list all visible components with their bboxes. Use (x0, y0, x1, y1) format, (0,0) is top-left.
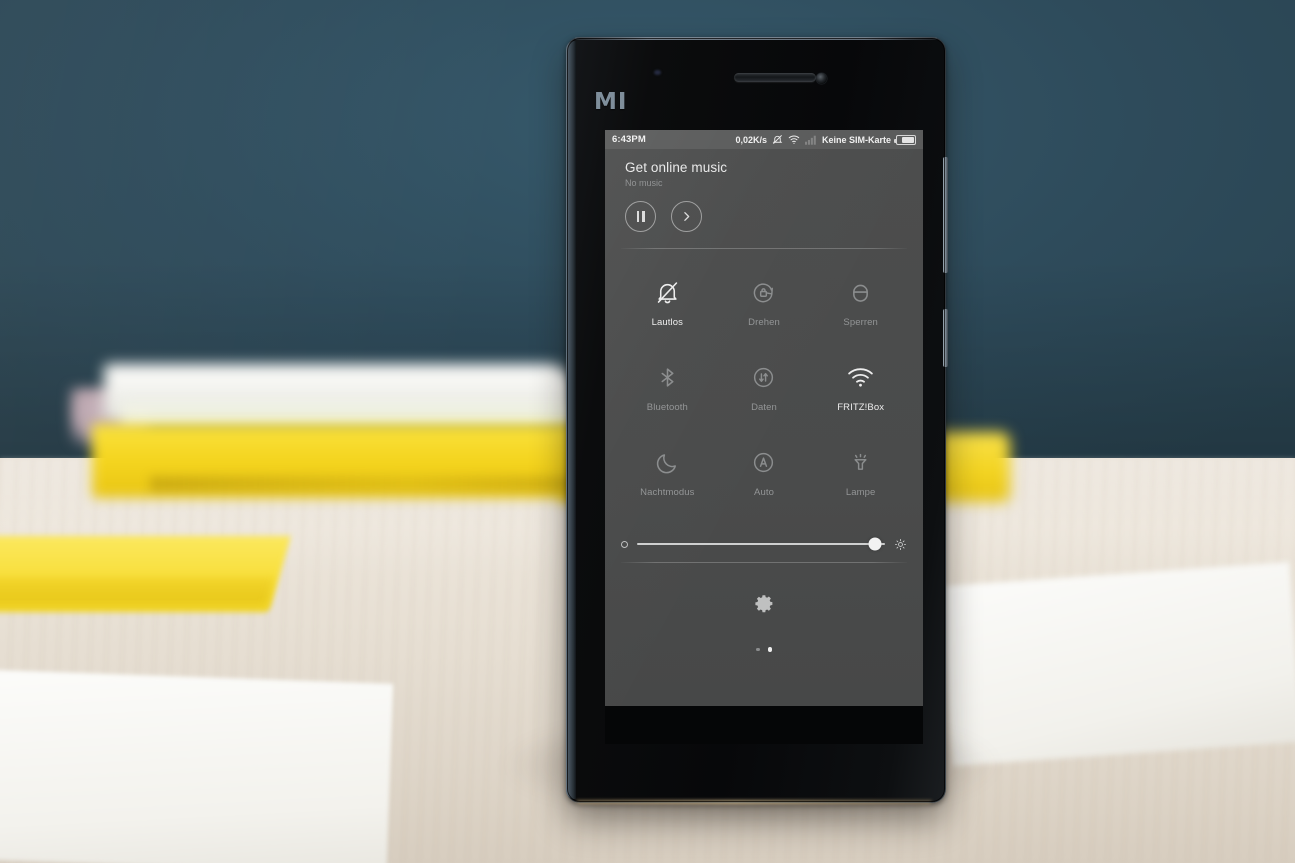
toggle-flashlight[interactable]: Lampe (812, 440, 909, 516)
page-dot-2[interactable] (767, 647, 772, 652)
flashlight-icon (848, 444, 873, 480)
proximity-sensor-icon (654, 70, 661, 75)
music-controls (625, 201, 903, 232)
toggle-label: Sperren (843, 317, 878, 328)
toggle-label: FRITZ!Box (837, 402, 885, 413)
moon-icon (655, 444, 680, 480)
status-bar: 6:43PM 0,02K/s Keine SIM-Karte (605, 130, 923, 149)
battery-icon (894, 134, 916, 145)
music-title: Get online music (625, 160, 728, 175)
smartphone-device: MI 6:43PM 0,02K/s Keine SIM-Karte Get on… (566, 37, 948, 804)
toggle-mobile-data[interactable]: Daten (716, 355, 813, 431)
screen-dark-area (605, 706, 923, 744)
do-not-disturb-icon (772, 134, 783, 145)
brightness-high-icon (894, 538, 907, 551)
toggle-label: Drehen (748, 317, 780, 328)
bluetooth-icon (655, 359, 680, 395)
network-speed-label: 0,02K/s (735, 134, 767, 145)
brightness-line (637, 543, 885, 545)
photo-scene: MI 6:43PM 0,02K/s Keine SIM-Karte Get on… (0, 0, 1295, 863)
toggle-rotate[interactable]: Drehen (716, 270, 813, 346)
front-camera-icon (816, 73, 827, 84)
toggle-label: Bluetooth (646, 402, 688, 413)
brightness-slider[interactable] (619, 516, 909, 562)
brightness-low-icon (621, 540, 628, 548)
battery-level-fill (902, 136, 914, 143)
next-button[interactable] (671, 201, 702, 232)
pause-button[interactable] (625, 201, 656, 232)
toggle-night-mode[interactable]: Nachtmodus (619, 440, 716, 516)
toggle-wifi[interactable]: FRITZ!Box (812, 355, 909, 431)
phone-left-edge (566, 41, 576, 799)
auto-brightness-icon (751, 444, 776, 480)
screen-lock-icon (848, 274, 873, 310)
toggle-lock[interactable]: Sperren (812, 270, 909, 346)
brightness-knob[interactable] (868, 537, 882, 551)
toggle-label: Daten (751, 402, 777, 413)
music-widget: Get online music No music (619, 149, 909, 232)
cellular-signal-icon (804, 135, 817, 145)
chevron-right-icon (684, 212, 690, 221)
control-center-panel: Get online music No music Lautlos Drehen… (605, 149, 923, 706)
toggle-label: Nachtmodus (640, 487, 695, 498)
paper-sheet-left (0, 668, 394, 863)
brightness-track[interactable] (637, 537, 885, 551)
power-button[interactable] (943, 309, 948, 367)
rotation-lock-icon (751, 274, 776, 310)
toggle-silent[interactable]: Lautlos (619, 270, 716, 346)
phone-top-edge (575, 37, 937, 40)
phone-bottom-edge (576, 800, 932, 804)
wifi-icon (847, 359, 874, 395)
quick-toggle-grid: Lautlos Drehen Sperren Bluetooth Daten F… (619, 249, 909, 516)
yellow-tray-edge (0, 578, 274, 604)
book-spine-text-blur (150, 476, 580, 492)
toggle-label: Lampe (845, 487, 876, 498)
toggle-bluetooth[interactable]: Bluetooth (619, 355, 716, 431)
page-indicator (756, 647, 772, 652)
pause-icon (636, 211, 645, 222)
toggle-auto-brightness[interactable]: Auto (716, 440, 813, 516)
gear-icon[interactable] (754, 593, 775, 619)
toggle-label: Auto (754, 487, 774, 498)
earpiece-speaker-icon (734, 73, 816, 82)
wifi-icon (788, 134, 800, 145)
music-subtitle: No music (625, 178, 663, 188)
bell-muted-icon (655, 274, 680, 310)
panel-footer (619, 563, 909, 652)
page-dot-1[interactable] (756, 647, 760, 651)
status-time: 6:43PM (612, 134, 646, 145)
mobile-data-icon (751, 359, 776, 395)
brand-logo: MI (594, 89, 628, 115)
volume-rocker-button[interactable] (943, 157, 948, 273)
carrier-label: Keine SIM-Karte (821, 134, 891, 145)
toggle-label: Lautlos (651, 317, 683, 328)
phone-screen[interactable]: 6:43PM 0,02K/s Keine SIM-Karte Get onlin… (605, 130, 923, 706)
